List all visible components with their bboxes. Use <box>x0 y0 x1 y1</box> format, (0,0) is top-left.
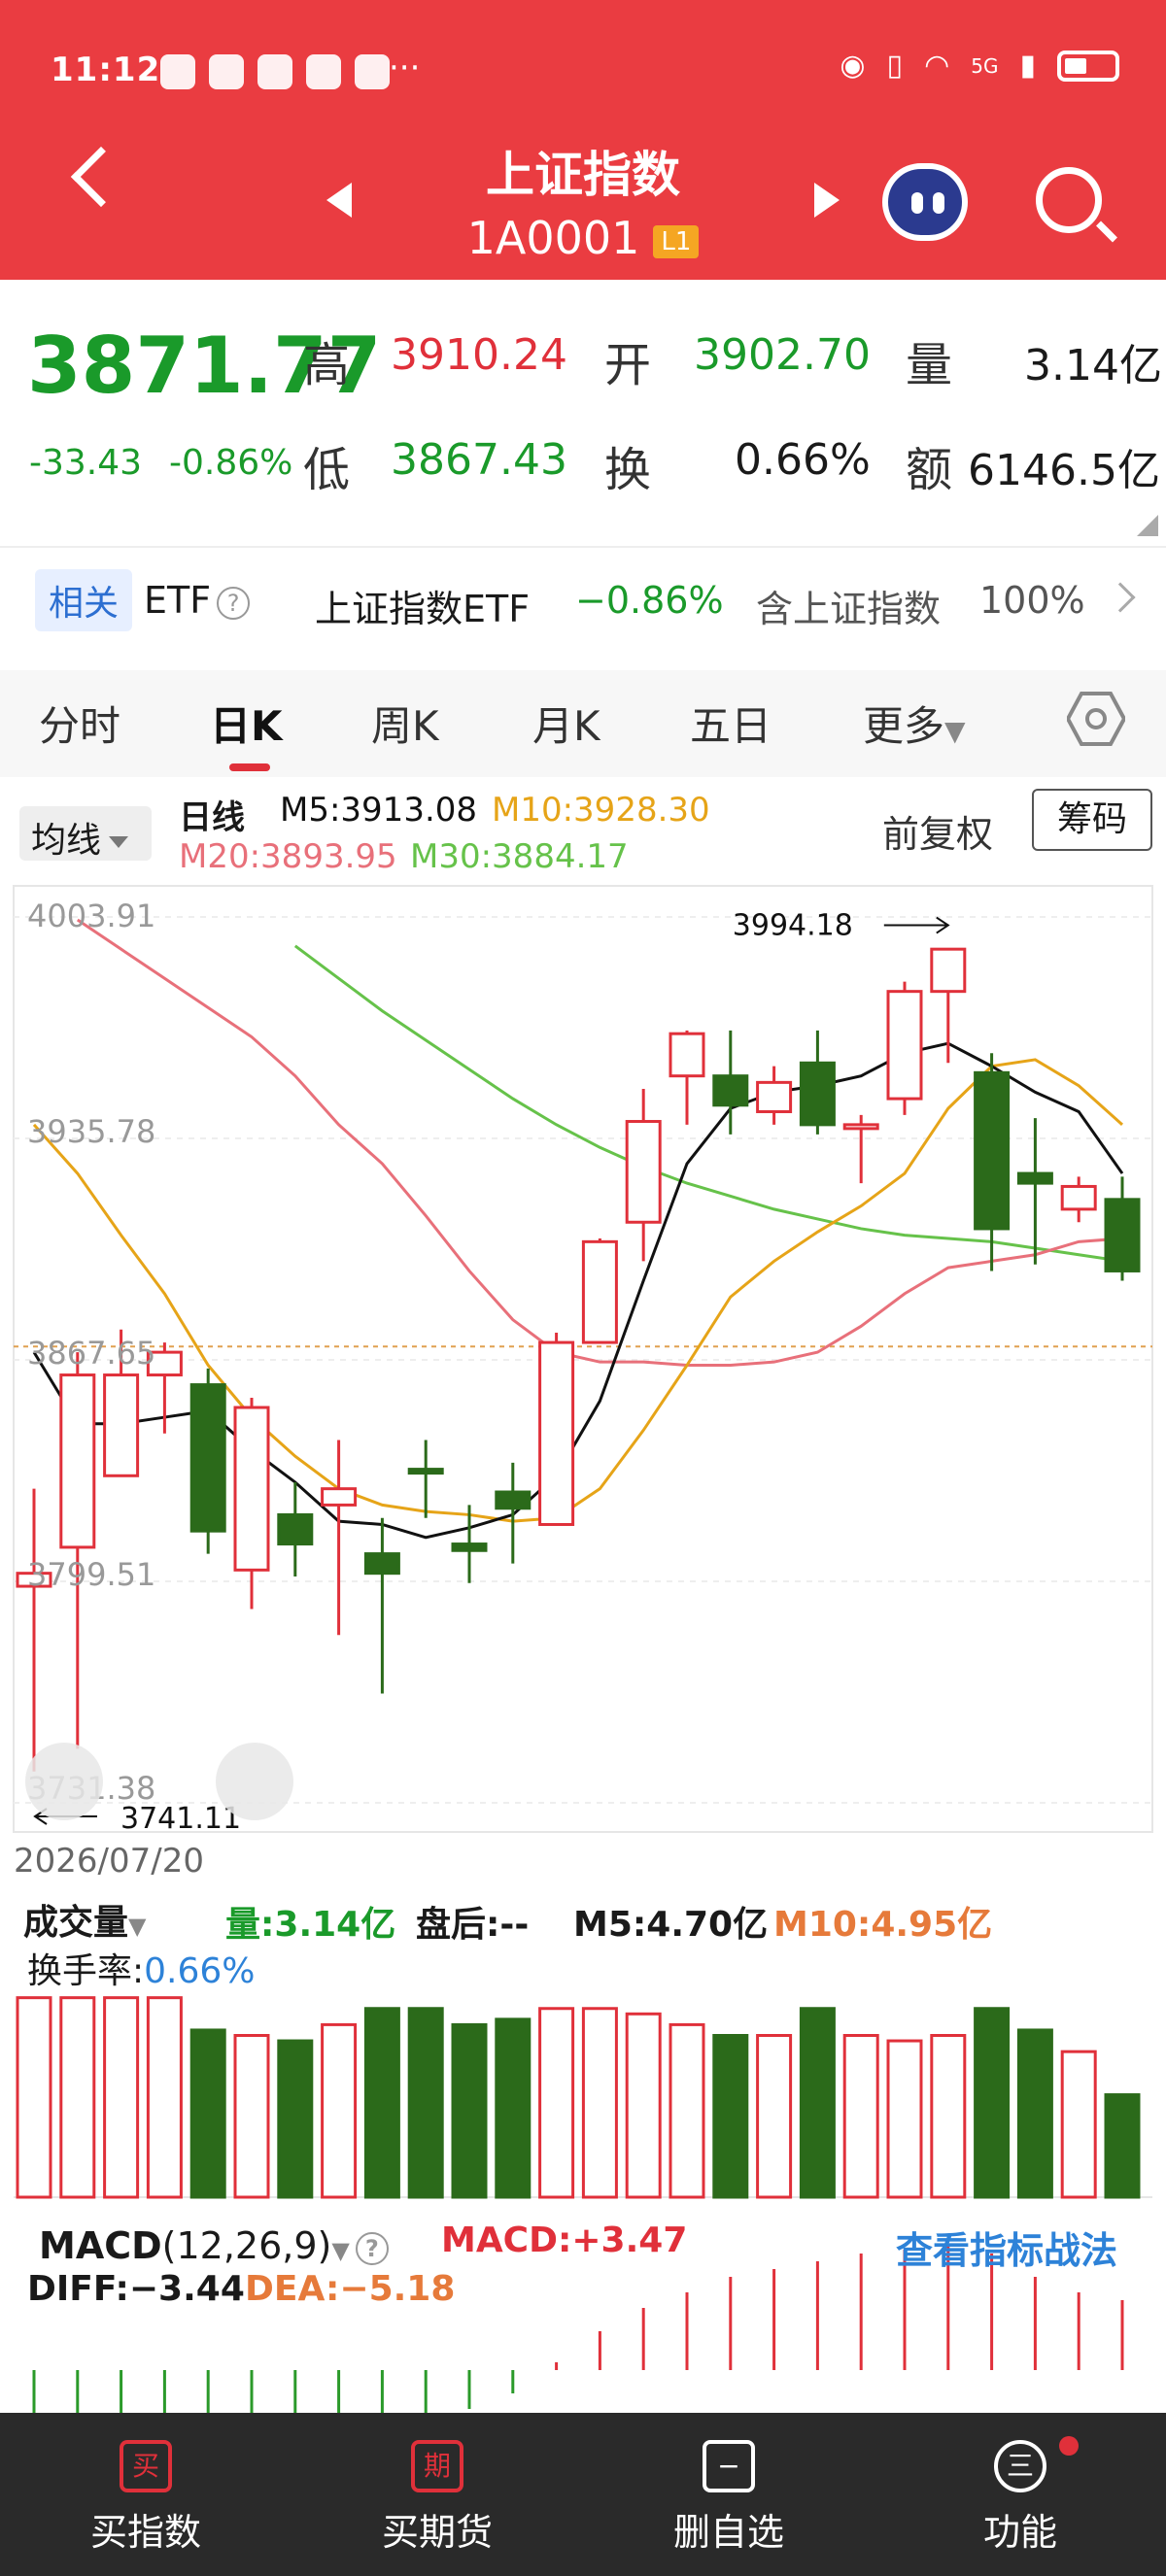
menu-icon: 三 <box>994 2440 1046 2492</box>
candle-body <box>363 1552 400 1576</box>
max-price-annotation: 3994.18 <box>733 909 853 943</box>
candle-body <box>799 1061 836 1127</box>
nav-buy-futures[interactable]: 期 买期货 <box>292 2423 583 2556</box>
volume-bar <box>363 2007 400 2199</box>
volume-bar <box>189 2028 226 2199</box>
dea-value: DEA:−5.18 <box>245 2269 456 2309</box>
candle-body <box>321 1487 358 1507</box>
candle-body <box>930 947 967 994</box>
y-axis-label: 3935.78 <box>27 1113 155 1150</box>
notification-dot <box>1059 2436 1079 2456</box>
macd-params: (12,26,9) <box>161 2224 332 2267</box>
candle-body <box>233 1406 270 1572</box>
help-icon[interactable]: ? <box>355 2231 389 2265</box>
volume-bar <box>1104 2093 1141 2199</box>
candle-body <box>59 1373 96 1549</box>
view-indicator-strategy-link[interactable]: 查看指标战法 <box>896 2220 1117 2274</box>
candle-body <box>886 990 923 1101</box>
turnover-rate: 换手率:0.66% <box>27 1943 256 1993</box>
nav-functions[interactable]: 三 功能 <box>874 2423 1166 2556</box>
volume-bar <box>495 2017 532 2199</box>
volume-bar <box>842 2034 879 2199</box>
volume-bar <box>886 2039 923 2199</box>
macd-selector[interactable]: MACD(12,26,9)▼? <box>39 2224 389 2267</box>
caret-down-icon: ▼ <box>128 1913 147 1940</box>
buy-icon: 买 <box>120 2440 172 2492</box>
volume-selector[interactable]: 成交量▼ <box>23 1894 146 1945</box>
volume-bar <box>712 2034 749 2199</box>
candle-body <box>974 1070 1011 1231</box>
candle-body <box>669 1032 705 1078</box>
volume-bar <box>974 2007 1011 2199</box>
candle-body <box>625 1120 662 1224</box>
volume-ma10: M10:4.95亿 <box>773 1905 993 1945</box>
volume-bar <box>756 2034 793 2199</box>
volume-bar <box>538 2007 575 2199</box>
turnover-rate-value: 0.66% <box>144 1951 256 1991</box>
diff-value: DIFF:−3.44 <box>27 2269 245 2309</box>
turnover-rate-label: 换手率: <box>27 1951 145 1991</box>
y-axis-label: 3799.51 <box>27 1556 155 1593</box>
volume-bar <box>930 2034 967 2199</box>
volume-bar <box>451 2022 488 2199</box>
volume-bar <box>669 2022 705 2199</box>
remove-watchlist-icon: − <box>703 2440 755 2492</box>
volume-ma5: M5:4.70亿 <box>573 1905 769 1945</box>
volume-bar <box>407 2007 444 2199</box>
candle-body <box>1104 1198 1141 1272</box>
volume-bar <box>146 1996 183 2199</box>
candle-body <box>1016 1171 1053 1185</box>
kline-chart[interactable]: 4003.913935.783867.653799.513731.383994.… <box>0 0 1166 2413</box>
min-price-annotation: 3741.11 <box>120 1802 241 1836</box>
candle-body <box>581 1239 618 1344</box>
volume-bar <box>625 2012 662 2199</box>
volume-amount: 量:3.14亿 <box>225 1905 396 1945</box>
chart-date-label: 2026/07/20 <box>14 1842 204 1881</box>
candle-body <box>277 1512 314 1546</box>
volume-bar <box>581 2007 618 2199</box>
nav-buy-futures-label: 买期货 <box>381 2511 493 2554</box>
volume-bar <box>799 2007 836 2199</box>
y-axis-label: 3867.65 <box>27 1335 155 1372</box>
volume-bar <box>1016 2028 1053 2199</box>
caret-down-icon: ▼ <box>331 2237 350 2264</box>
after-hours: 盘后:-- <box>416 1905 530 1945</box>
candle-body <box>842 1123 879 1131</box>
volume-bar <box>103 1996 140 2199</box>
futures-icon: 期 <box>411 2440 463 2492</box>
collapse-sidebar-icon <box>25 1743 103 1820</box>
volume-bar <box>321 2022 358 2199</box>
volume-bar <box>233 2034 270 2199</box>
candle-body <box>407 1468 444 1475</box>
nav-buy-index-label: 买指数 <box>89 2511 201 2554</box>
macd-name-label: MACD <box>39 2224 162 2267</box>
candle-body <box>103 1373 140 1477</box>
candle-body <box>712 1074 749 1107</box>
nav-remove-watchlist[interactable]: − 删自选 <box>583 2423 874 2556</box>
nav-buy-index[interactable]: 买 买指数 <box>0 2423 292 2556</box>
candle-body <box>1060 1184 1097 1211</box>
nav-remove-watchlist-label: 删自选 <box>672 2511 784 2554</box>
volume-bar <box>1060 2050 1097 2199</box>
y-axis-label: 4003.91 <box>27 898 155 934</box>
candle-body <box>189 1383 226 1533</box>
volume-bar <box>59 1996 96 2199</box>
candle-body <box>756 1080 793 1113</box>
candle-body <box>495 1490 532 1510</box>
volume-selector-label: 成交量 <box>23 1903 129 1943</box>
nav-functions-label: 功能 <box>982 2511 1057 2554</box>
macd-value: MACD:+3.47 <box>441 2220 688 2260</box>
volume-bar <box>277 2039 314 2199</box>
fullscreen-icon <box>216 1743 293 1820</box>
volume-bar <box>16 1996 52 2199</box>
candle-body <box>451 1542 488 1552</box>
candle-body <box>538 1340 575 1526</box>
